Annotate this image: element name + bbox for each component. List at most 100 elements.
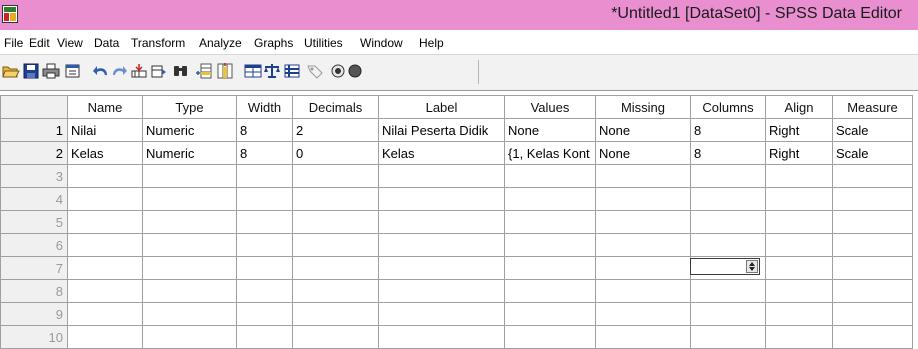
cell-values[interactable]: {1, Kelas Kont xyxy=(504,141,596,165)
grid-cell[interactable] xyxy=(67,233,143,257)
menu-help[interactable]: Help xyxy=(419,36,444,50)
select-cases-icon[interactable] xyxy=(283,63,301,79)
grid-cell[interactable] xyxy=(504,187,596,211)
grid-cell[interactable] xyxy=(504,279,596,303)
cell-type[interactable]: Numeric xyxy=(142,141,237,165)
cell-measure[interactable]: Scale xyxy=(832,118,913,142)
menu-file[interactable]: File xyxy=(4,36,23,50)
grid-cell[interactable] xyxy=(832,279,913,303)
cell-columns[interactable]: 8 xyxy=(690,118,766,142)
undo-icon[interactable] xyxy=(92,63,110,79)
grid-cell[interactable] xyxy=(765,256,833,280)
grid-cell[interactable] xyxy=(378,233,505,257)
value-labels-icon[interactable] xyxy=(306,63,324,79)
grid-cell[interactable] xyxy=(67,210,143,234)
menu-utilities[interactable]: Utilities xyxy=(304,36,343,50)
cell-width[interactable]: 8 xyxy=(236,141,293,165)
grid-cell[interactable] xyxy=(236,187,293,211)
split-file-icon[interactable] xyxy=(244,63,262,79)
grid-cell[interactable] xyxy=(236,210,293,234)
cell-name[interactable]: Nilai xyxy=(67,118,143,142)
cell-decimals[interactable]: 0 xyxy=(292,141,379,165)
insert-variable-icon[interactable] xyxy=(216,63,234,79)
grid-cell[interactable] xyxy=(378,187,505,211)
grid-cell[interactable] xyxy=(765,302,833,326)
menu-window[interactable]: Window xyxy=(360,36,403,50)
grid-cell[interactable] xyxy=(142,233,237,257)
grid-cell[interactable] xyxy=(236,164,293,188)
grid-cell[interactable] xyxy=(292,210,379,234)
grid-cell[interactable] xyxy=(595,302,691,326)
grid-cell[interactable] xyxy=(690,325,766,349)
menu-transform[interactable]: Transform xyxy=(131,36,185,50)
grid-cell[interactable] xyxy=(292,233,379,257)
column-header-decimals[interactable]: Decimals xyxy=(292,95,379,119)
cell-align[interactable]: Right xyxy=(765,141,833,165)
grid-cell[interactable] xyxy=(292,164,379,188)
goto-case-icon[interactable] xyxy=(130,63,148,79)
menu-view[interactable]: View xyxy=(57,36,83,50)
grid-cell[interactable] xyxy=(378,256,505,280)
column-header-columns[interactable]: Columns xyxy=(690,95,766,119)
grid-cell[interactable] xyxy=(67,302,143,326)
row-number[interactable]: 9 xyxy=(0,302,68,326)
grid-cell[interactable] xyxy=(142,210,237,234)
spss-app-icon[interactable] xyxy=(2,5,18,23)
menu-data[interactable]: Data xyxy=(94,36,119,50)
menu-edit[interactable]: Edit xyxy=(29,36,50,50)
grid-cell[interactable] xyxy=(292,302,379,326)
column-header-missing[interactable]: Missing xyxy=(595,95,691,119)
row-number[interactable]: 6 xyxy=(0,233,68,257)
cell-missing[interactable]: None xyxy=(595,118,691,142)
grid-cell[interactable] xyxy=(504,302,596,326)
grid-cell[interactable] xyxy=(832,256,913,280)
grid-cell[interactable] xyxy=(378,164,505,188)
grid-cell[interactable] xyxy=(236,325,293,349)
column-header-values[interactable]: Values xyxy=(504,95,596,119)
grid-cell[interactable] xyxy=(504,325,596,349)
column-header-type[interactable]: Type xyxy=(142,95,237,119)
grid-cell[interactable] xyxy=(832,210,913,234)
grid-cell[interactable] xyxy=(378,210,505,234)
grid-cell[interactable] xyxy=(765,164,833,188)
grid-cell[interactable] xyxy=(765,325,833,349)
grid-cell[interactable] xyxy=(142,187,237,211)
grid-cell[interactable] xyxy=(595,325,691,349)
column-header-label[interactable]: Label xyxy=(378,95,505,119)
grid-cell[interactable] xyxy=(292,279,379,303)
grid-cell[interactable] xyxy=(236,256,293,280)
grid-corner[interactable] xyxy=(0,95,68,119)
column-header-width[interactable]: Width xyxy=(236,95,293,119)
column-header-align[interactable]: Align xyxy=(765,95,833,119)
cell-values[interactable]: None xyxy=(504,118,596,142)
grid-cell[interactable] xyxy=(292,187,379,211)
grid-cell[interactable] xyxy=(690,302,766,326)
grid-cell[interactable] xyxy=(292,325,379,349)
grid-cell[interactable] xyxy=(504,256,596,280)
weight-cases-icon[interactable] xyxy=(263,63,281,79)
grid-cell[interactable] xyxy=(236,233,293,257)
redo-icon[interactable] xyxy=(110,63,128,79)
column-header-name[interactable]: Name xyxy=(67,95,143,119)
grid-cell[interactable] xyxy=(504,210,596,234)
insert-cases-icon[interactable] xyxy=(195,63,213,79)
grid-cell[interactable] xyxy=(236,279,293,303)
grid-cell[interactable] xyxy=(67,187,143,211)
row-number[interactable]: 7 xyxy=(0,256,68,280)
grid-cell[interactable] xyxy=(765,233,833,257)
grid-cell[interactable] xyxy=(690,233,766,257)
grid-cell[interactable] xyxy=(504,164,596,188)
grid-cell[interactable] xyxy=(67,279,143,303)
grid-cell[interactable] xyxy=(832,164,913,188)
row-number[interactable]: 8 xyxy=(0,279,68,303)
grid-cell[interactable] xyxy=(690,210,766,234)
grid-cell[interactable] xyxy=(832,187,913,211)
row-number[interactable]: 10 xyxy=(0,325,68,349)
spinner-arrows-icon[interactable] xyxy=(746,260,758,273)
grid-cell[interactable] xyxy=(765,279,833,303)
print-icon[interactable] xyxy=(42,63,60,79)
show-all-icon[interactable] xyxy=(346,63,364,79)
grid-cell[interactable] xyxy=(595,164,691,188)
grid-cell[interactable] xyxy=(504,233,596,257)
row-number[interactable]: 2 xyxy=(0,141,68,165)
